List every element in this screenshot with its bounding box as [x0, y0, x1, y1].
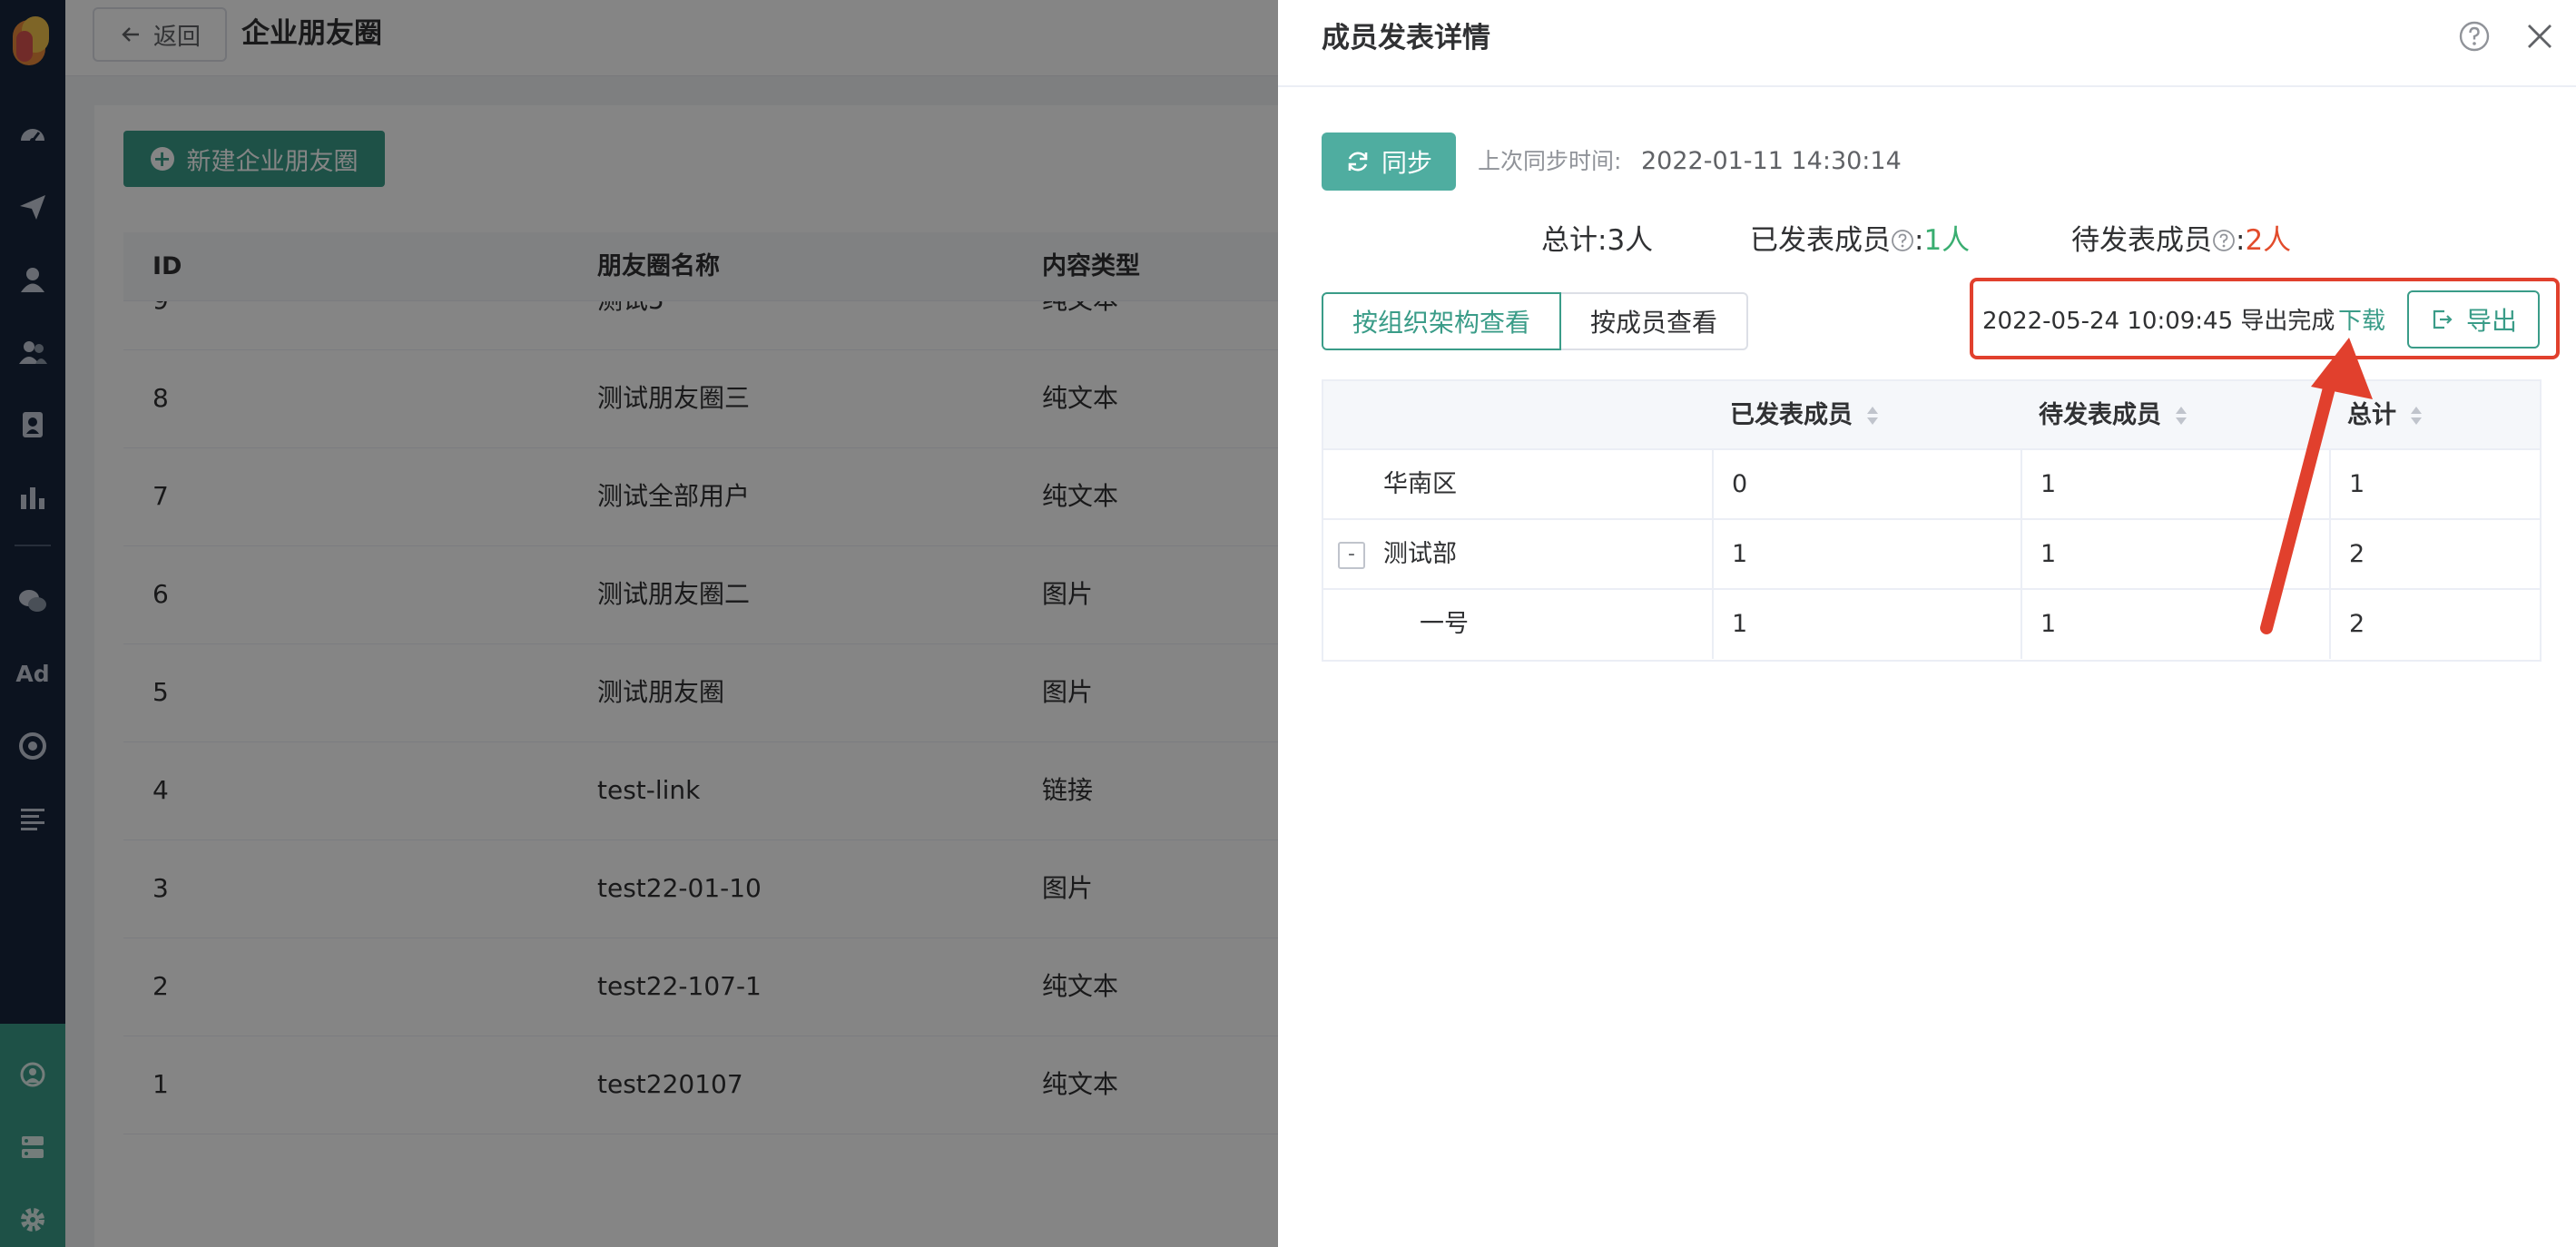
- cell-total: 1: [2349, 470, 2365, 498]
- sync-button[interactable]: 同步: [1322, 133, 1456, 191]
- last-sync-label: 上次同步时间:: [1478, 148, 1622, 174]
- help-icon[interactable]: [2458, 20, 2491, 53]
- cell-department: 测试部: [1383, 540, 1457, 568]
- export-button[interactable]: 导出: [2407, 290, 2540, 349]
- sync-button-label: 同步: [1381, 148, 1432, 178]
- stat-pending-value: 2人: [2245, 224, 2292, 257]
- stat-published-label: 已发表成员: [1750, 224, 1891, 257]
- last-sync-time: 2022-01-11 14:30:14: [1641, 147, 1902, 175]
- member-publish-drawer: 成员发表详情 同步 上次同步时间: 2022-01-11 14:30:14 总计…: [1278, 0, 2576, 1247]
- table-row[interactable]: 华南区 0 1 1: [1323, 450, 2540, 520]
- question-icon[interactable]: [2212, 229, 2236, 252]
- stat-separator: :: [1914, 224, 1924, 257]
- table-row[interactable]: 一号 1 1 2: [1323, 590, 2540, 660]
- cell-total: 2: [2349, 540, 2365, 568]
- collapse-toggle[interactable]: -: [1338, 542, 1365, 569]
- sort-icon[interactable]: [2174, 405, 2188, 427]
- export-icon: [2433, 309, 2453, 329]
- sort-icon[interactable]: [1865, 405, 1880, 427]
- stat-pending-label: 待发表成员: [2071, 224, 2212, 257]
- cell-published: 1: [1732, 540, 1748, 568]
- table-row[interactable]: - 测试部 1 1 2: [1323, 520, 2540, 590]
- stat-total-value: 3人: [1607, 224, 1654, 257]
- column-header-pending[interactable]: 待发表成员: [2039, 381, 2188, 450]
- stat-published-value: 1人: [1923, 224, 1971, 257]
- cell-published: 0: [1732, 470, 1748, 498]
- cell-department: 一号: [1420, 610, 1469, 638]
- column-header-pending-label: 待发表成员: [2039, 401, 2161, 429]
- stat-total-label: 总计:: [1541, 224, 1608, 257]
- sort-icon[interactable]: [2409, 405, 2424, 427]
- cell-pending: 1: [2040, 540, 2057, 568]
- drawer-title: 成员发表详情: [1322, 22, 1490, 54]
- modal-overlay[interactable]: [0, 0, 1278, 1247]
- column-header-total[interactable]: 总计: [2347, 381, 2424, 450]
- column-header-total-label: 总计: [2347, 401, 2396, 429]
- cell-published: 1: [1732, 610, 1748, 638]
- view-mode-toggle: 按组织架构查看 按成员查看: [1322, 292, 1749, 350]
- view-by-org-button[interactable]: 按组织架构查看: [1322, 292, 1562, 350]
- cell-pending: 1: [2040, 470, 2057, 498]
- column-header-published[interactable]: 已发表成员: [1730, 381, 1880, 450]
- question-icon[interactable]: [1891, 229, 1914, 252]
- refresh-icon: [1348, 152, 1368, 172]
- column-header-published-label: 已发表成员: [1730, 401, 1853, 429]
- cell-total: 2: [2349, 610, 2365, 638]
- export-button-label: 导出: [2465, 306, 2517, 336]
- member-stats-table: 已发表成员 待发表成员 总计 华南区 0 1 1 - 测试部 1 1 2 一号 …: [1322, 379, 2542, 662]
- stat-pending: 待发表成员:2人: [2071, 218, 2291, 263]
- stat-total: 总计:3人: [1541, 218, 1653, 263]
- close-icon[interactable]: [2523, 20, 2556, 53]
- drawer-header: 成员发表详情: [1278, 0, 2576, 87]
- export-status-text: 2022-05-24 10:09:45 导出完成: [1982, 308, 2335, 335]
- view-by-member-button[interactable]: 按成员查看: [1561, 292, 1749, 350]
- cell-pending: 1: [2040, 610, 2057, 638]
- stat-separator: :: [2236, 224, 2246, 257]
- member-stats-header: 已发表成员 待发表成员 总计: [1323, 381, 2540, 450]
- cell-department: 华南区: [1383, 470, 1457, 498]
- stat-published: 已发表成员:1人: [1750, 218, 1970, 263]
- download-link[interactable]: 下载: [2338, 300, 2385, 342]
